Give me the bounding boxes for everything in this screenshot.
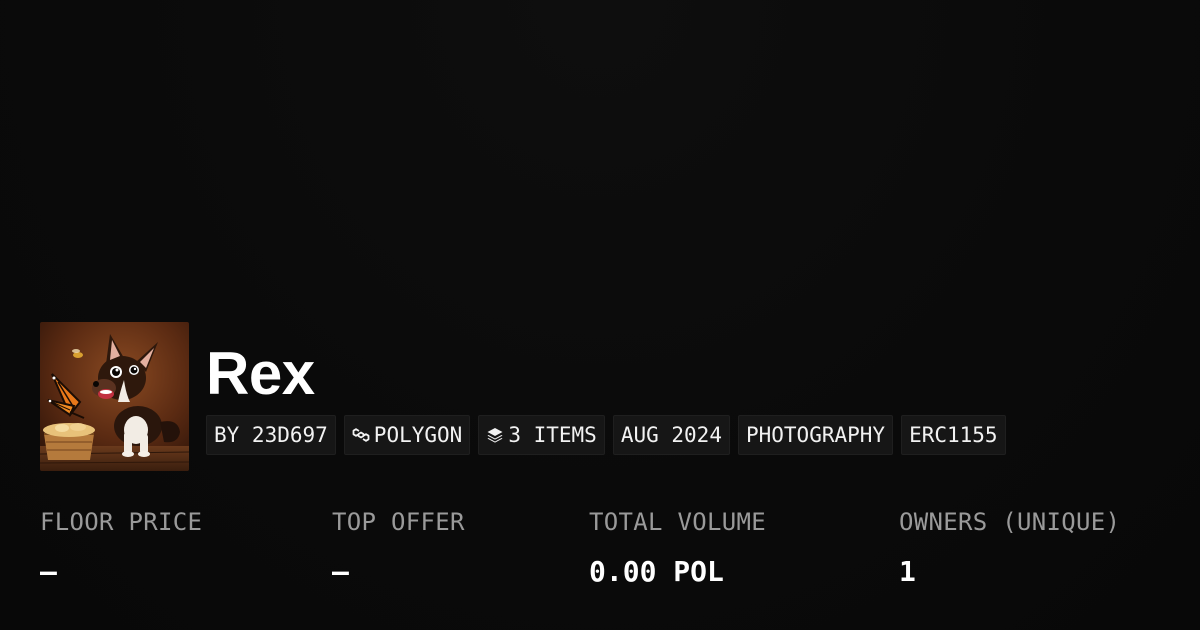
stat-value: 1: [899, 555, 916, 588]
stat-top-offer: TOP OFFER –: [332, 504, 465, 590]
layers-icon: [486, 426, 504, 444]
stat-value: –: [40, 555, 57, 588]
stat-floor-price: FLOOR PRICE –: [40, 504, 202, 590]
tag-chain[interactable]: POLYGON: [343, 415, 471, 455]
og-card: Rex BY 23D697 POLYGON 3 ITEMS AUG 2024 P…: [0, 0, 1200, 630]
polygon-icon: [352, 426, 370, 444]
tag-category-label: PHOTOGRAPHY: [745, 423, 886, 447]
tag-date-label: AUG 2024: [620, 423, 722, 447]
tag-standard[interactable]: ERC1155: [901, 415, 1006, 455]
stat-value: –: [332, 555, 349, 588]
thumbnail-image: [40, 322, 189, 471]
tag-items-label: 3 ITEMS: [508, 423, 597, 447]
stat-label: TOP OFFER: [332, 508, 465, 536]
stat-total-volume: TOTAL VOLUME 0.00 POL: [589, 504, 766, 590]
tag-creator[interactable]: BY 23D697: [206, 415, 336, 455]
stat-owners: OWNERS (UNIQUE) 1: [899, 504, 1120, 590]
stat-label: FLOOR PRICE: [40, 508, 203, 536]
collection-tags: BY 23D697 POLYGON 3 ITEMS AUG 2024 PHOTO…: [206, 415, 1006, 455]
tag-items[interactable]: 3 ITEMS: [478, 415, 605, 455]
collection-title: Rex: [206, 340, 315, 407]
stat-label: OWNERS (UNIQUE): [899, 508, 1121, 536]
tag-category[interactable]: PHOTOGRAPHY: [737, 415, 894, 455]
tag-date[interactable]: AUG 2024: [612, 415, 730, 455]
stat-label: TOTAL VOLUME: [589, 508, 766, 536]
stat-value: 0.00 POL: [589, 555, 724, 588]
tag-creator-label: BY 23D697: [214, 423, 328, 447]
tag-standard-label: ERC1155: [909, 423, 998, 447]
tag-chain-label: POLYGON: [373, 423, 463, 447]
collection-thumbnail: [40, 322, 189, 471]
